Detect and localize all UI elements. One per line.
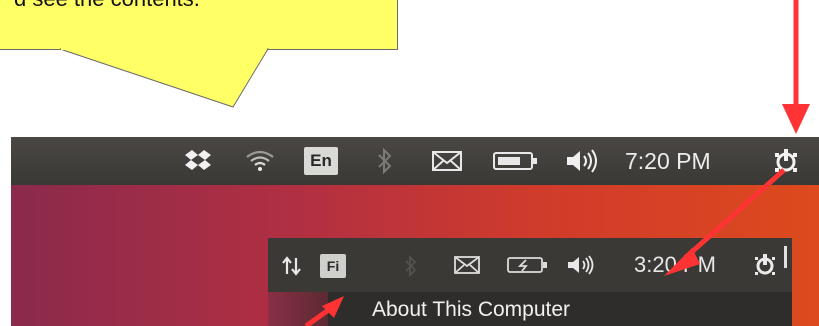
- battery-icon[interactable]: [492, 150, 540, 172]
- cursor-mark: [784, 246, 787, 268]
- mail-icon[interactable]: [431, 150, 463, 172]
- top-panel: En 7:20 PM: [11, 137, 819, 185]
- bluetooth-icon[interactable]: [404, 254, 418, 278]
- clock[interactable]: 3:20 PM: [634, 252, 716, 278]
- battery-charging-icon[interactable]: [506, 256, 550, 274]
- volume-icon[interactable]: [566, 254, 598, 276]
- arrow-to-power-icon: [782, 0, 810, 134]
- bluetooth-icon[interactable]: [376, 147, 394, 175]
- keyboard-layout-indicator[interactable]: Fi: [320, 254, 346, 278]
- zoomed-top-panel: Fi 3:20 PM: [268, 238, 792, 292]
- dropbox-icon[interactable]: [183, 149, 213, 173]
- clock[interactable]: 7:20 PM: [625, 147, 711, 175]
- zoomed-panel-inset: Fi 3:20 PM About This Computer: [268, 238, 792, 326]
- mail-icon[interactable]: [454, 256, 480, 274]
- volume-icon[interactable]: [564, 148, 602, 174]
- callout-tail: [59, 48, 269, 108]
- power-icon[interactable]: [771, 146, 801, 176]
- desktop-screenshot: En 7:20 PM Fi 3:20 PM About This Compute…: [11, 137, 819, 326]
- network-arrows-icon[interactable]: [281, 255, 303, 277]
- power-icon[interactable]: [751, 251, 779, 279]
- wifi-icon[interactable]: [244, 149, 276, 173]
- keyboard-layout-indicator[interactable]: En: [304, 147, 338, 175]
- menu-item-about-this-computer[interactable]: About This Computer: [372, 298, 570, 322]
- desktop-edge: [268, 292, 328, 326]
